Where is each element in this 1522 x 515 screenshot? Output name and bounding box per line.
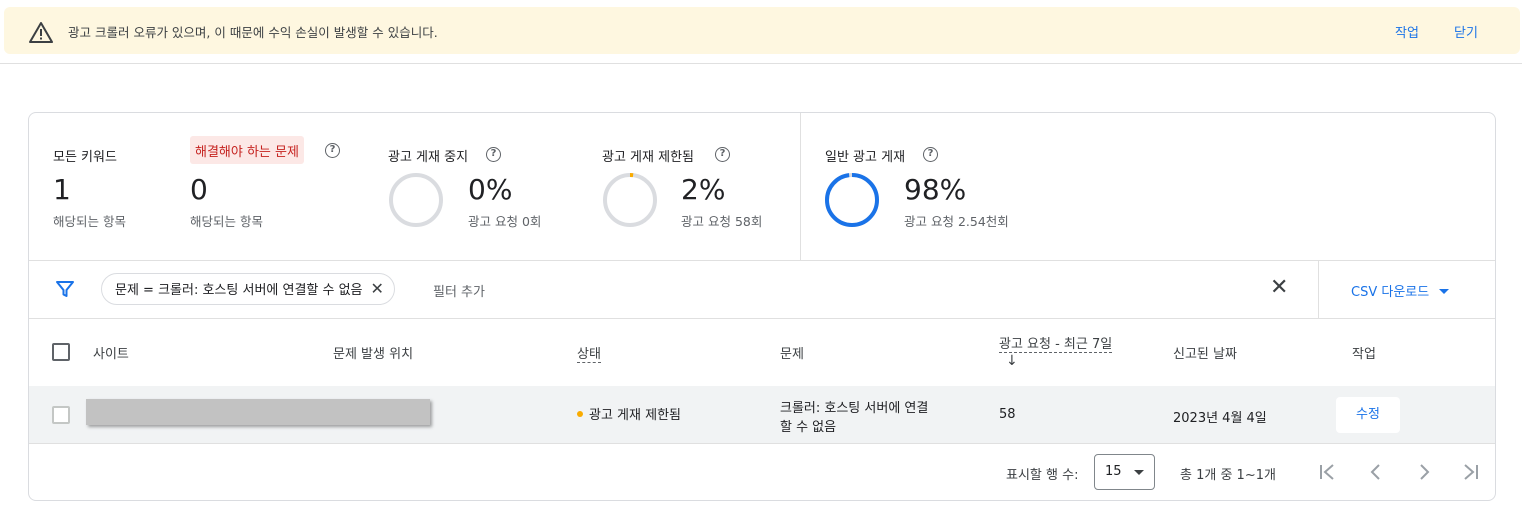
csv-divider xyxy=(1318,260,1319,318)
edit-button[interactable]: 수정 xyxy=(1336,397,1400,433)
rows-per-page-select[interactable]: 15 xyxy=(1094,454,1155,490)
row-status: 광고 게재 제한됨 xyxy=(577,404,681,423)
stats-divider xyxy=(800,113,801,260)
header-ad-requests[interactable]: 광고 요청 - 최근 7일 xyxy=(999,333,1113,353)
chip-remove-icon[interactable]: ✕ xyxy=(371,274,384,304)
row-issue-line2: 할 수 없음 xyxy=(780,420,837,435)
dropdown-caret-icon xyxy=(1439,289,1450,294)
stat-issues-label: 해결해야 하는 문제 xyxy=(190,136,304,164)
filter-chip-label: 문제 = 크롤러: 호스팅 서버에 연결할 수 없음 xyxy=(115,283,363,298)
limited-donut-chart xyxy=(603,173,657,227)
previous-page-icon[interactable] xyxy=(1365,461,1387,483)
row-requests: 58 xyxy=(999,407,1016,422)
first-page-icon[interactable] xyxy=(1316,461,1338,483)
help-icon[interactable]: ? xyxy=(486,147,501,162)
stat-normal-sub: 광고 요청 2.54천회 xyxy=(904,214,1009,229)
stat-limited-percent: 2% xyxy=(681,173,726,206)
next-page-icon[interactable] xyxy=(1413,461,1435,483)
add-filter-input[interactable]: 필터 추가 xyxy=(433,281,485,300)
stat-issues-sub: 해당되는 항목 xyxy=(190,214,263,229)
dropdown-caret-icon xyxy=(1134,470,1144,475)
paused-donut-chart xyxy=(389,173,443,227)
pagination-range: 총 1개 중 1~1개 xyxy=(1180,468,1276,483)
normal-donut-chart xyxy=(825,173,879,227)
header-status[interactable]: 상태 xyxy=(577,343,601,363)
rows-per-page-label: 표시할 행 수: xyxy=(1006,468,1079,483)
header-issue[interactable]: 문제 xyxy=(780,343,804,362)
row-divider xyxy=(29,443,1495,444)
rows-per-page-value: 15 xyxy=(1105,464,1122,479)
policy-issues-card: 모든 키워드 1 해당되는 항목 해결해야 하는 문제 ? 0 해당되는 항목 … xyxy=(28,112,1496,501)
sort-arrow-icon[interactable]: ↓ xyxy=(1006,353,1018,369)
donut-arc xyxy=(825,173,879,227)
row-issue-line1: 크롤러: 호스팅 서버에 연결 xyxy=(780,401,929,416)
stat-all-keywords-label: 모든 키워드 xyxy=(53,150,117,165)
header-date[interactable]: 신고된 날짜 xyxy=(1173,343,1237,362)
header-action: 작업 xyxy=(1352,347,1376,362)
csv-download-button[interactable]: CSV 다운로드 xyxy=(1351,281,1450,300)
stat-paused-label: 광고 게재 중지 xyxy=(388,150,469,165)
stat-all-keywords-value: 1 xyxy=(53,173,71,206)
banner-close-button[interactable]: 닫기 xyxy=(1454,22,1478,41)
row-checkbox[interactable] xyxy=(52,406,70,424)
section-divider xyxy=(29,260,1495,261)
warning-banner: 광고 크롤러 오류가 있으며, 이 때문에 수익 손실이 발생할 수 있습니다.… xyxy=(4,7,1520,54)
header-location[interactable]: 문제 발생 위치 xyxy=(333,343,413,362)
help-icon[interactable]: ? xyxy=(715,147,730,162)
last-page-icon[interactable] xyxy=(1460,461,1482,483)
redacted-site xyxy=(86,399,430,425)
page-divider xyxy=(0,63,1522,64)
stat-paused-percent: 0% xyxy=(468,173,513,206)
stat-limited-sub: 광고 요청 58회 xyxy=(681,214,763,229)
help-icon[interactable]: ? xyxy=(923,147,938,162)
filter-icon[interactable] xyxy=(55,279,75,299)
row-status-label: 광고 게재 제한됨 xyxy=(589,408,681,423)
banner-message: 광고 크롤러 오류가 있으며, 이 때문에 수익 손실이 발생할 수 있습니다. xyxy=(68,25,438,40)
stat-paused-sub: 광고 요청 0회 xyxy=(468,214,542,229)
stat-normal-percent: 98% xyxy=(904,173,967,206)
status-dot-icon xyxy=(577,411,583,417)
csv-download-label: CSV 다운로드 xyxy=(1351,285,1430,300)
header-site[interactable]: 사이트 xyxy=(93,343,129,362)
select-all-checkbox[interactable] xyxy=(52,343,70,361)
banner-action-button[interactable]: 작업 xyxy=(1395,22,1419,41)
warning-icon xyxy=(29,22,53,43)
stat-all-keywords-sub: 해당되는 항목 xyxy=(53,214,126,229)
stat-limited-label: 광고 게재 제한됨 xyxy=(602,150,694,165)
filter-chip[interactable]: 문제 = 크롤러: 호스팅 서버에 연결할 수 없음 ✕ xyxy=(101,273,395,305)
help-icon[interactable]: ? xyxy=(325,143,340,158)
stat-issues-value: 0 xyxy=(190,173,208,206)
stat-normal-label: 일반 광고 게재 xyxy=(825,150,906,165)
row-date: 2023년 4월 4일 xyxy=(1173,411,1267,426)
clear-filters-icon[interactable]: ✕ xyxy=(1270,277,1288,299)
filter-divider xyxy=(29,318,1495,319)
